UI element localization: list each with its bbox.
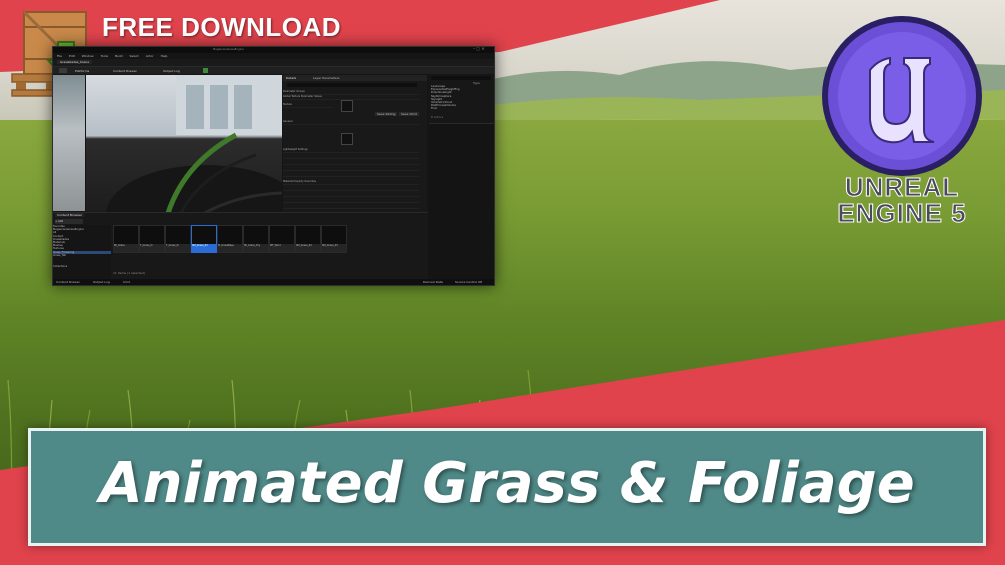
details-panel: Details Layer Parameters Parameter Group…	[283, 75, 427, 227]
details-row	[283, 171, 419, 177]
content-browser: Content Browser + Add Favorites Megascan…	[53, 212, 428, 280]
window-controls[interactable]: – ▢ ✕	[473, 47, 485, 51]
asset-thumbnail[interactable]: M_GrassBase	[217, 225, 243, 253]
asset-label: SM_Grass_01	[192, 244, 216, 252]
save-icon[interactable]	[59, 68, 67, 73]
add-button[interactable]: + Add	[55, 219, 83, 224]
asset-label: MI_Grass	[114, 244, 138, 252]
menu-select[interactable]: Select	[129, 54, 138, 58]
material-preview-viewport[interactable]	[86, 75, 306, 265]
menu-window[interactable]: Window	[82, 54, 94, 58]
side-viewport[interactable]	[53, 75, 85, 211]
outliner-panel: Type Landscape ExponentialHeightFog Dire…	[429, 75, 494, 285]
outliner-list: Landscape ExponentialHeightFog Direction…	[431, 85, 491, 111]
grass-preview-mesh	[106, 75, 306, 265]
asset-label: MF_Wind	[270, 244, 294, 252]
asset-label: MI_Grass_Dry	[244, 244, 268, 252]
asset-label: SM_Grass_02	[296, 244, 320, 252]
tab-details[interactable]: Details	[286, 76, 296, 80]
folder-item[interactable]: Grass_Tall	[53, 254, 111, 257]
tab-layer-parameters[interactable]: Layer Parameters	[313, 76, 340, 80]
free-download-label: FREE DOWNLOAD	[102, 12, 342, 42]
asset-thumbnail[interactable]: SM_Grass_02	[295, 225, 321, 253]
outliner-search-input[interactable]	[431, 76, 491, 80]
menu-edit[interactable]: Edit	[69, 54, 75, 58]
folder-tree: Favorites MegascansGrassEngine All Conte…	[53, 225, 111, 280]
toolbar-output-log[interactable]: Output Log	[163, 69, 180, 73]
details-secondary-panel	[429, 123, 494, 285]
level-tab[interactable]: Grassblades_Scene	[57, 60, 93, 64]
play-icon[interactable]	[203, 68, 208, 73]
asset-label: T_Grass_D	[140, 244, 164, 252]
asset-count: 11 items (1 selected)	[113, 271, 145, 275]
unreal-editor-window: MegascansGrassEngine – ▢ ✕ File Edit Win…	[52, 46, 495, 286]
window-title: MegascansGrassEngine	[213, 48, 244, 51]
status-bar: Content Drawer Output Log Cmd Derived Da…	[53, 279, 494, 285]
unreal-logo-icon	[822, 16, 982, 176]
level-tab-bar: Grassblades_Scene	[53, 59, 494, 67]
status-source-control[interactable]: Source Control Off	[455, 280, 482, 284]
asset-thumbnail-selected[interactable]: SM_Grass_01	[191, 225, 217, 253]
menu-tools[interactable]: Tools	[101, 54, 108, 58]
details-row	[283, 203, 419, 209]
asset-label: SM_Grass_03	[322, 244, 346, 252]
asset-thumbnail[interactable]: MF_Wind	[269, 225, 295, 253]
outliner-status: 8 actors	[431, 115, 444, 119]
details-tab-bar: Details Layer Parameters	[283, 75, 427, 81]
texture-thumbnail[interactable]	[341, 100, 353, 112]
details-section[interactable]: General	[283, 119, 419, 125]
main-toolbar: Platforms Content Drawer Output Log	[53, 67, 494, 74]
tab-content-browser[interactable]: Content Browser	[55, 213, 85, 217]
status-derived-data[interactable]: Derived Data	[423, 280, 443, 284]
engine-5-wordmark: ENGINE 5	[837, 198, 967, 229]
save-sibling-button[interactable]: Save Sibling	[375, 112, 398, 116]
material-thumbnail[interactable]	[341, 133, 353, 145]
status-output-log[interactable]: Output Log	[93, 280, 110, 284]
status-cmd[interactable]: Cmd	[123, 280, 130, 284]
asset-thumbnail[interactable]: MI_Grass	[113, 225, 139, 253]
outliner-item[interactable]: Floor	[431, 107, 491, 110]
menu-help[interactable]: Help	[161, 54, 168, 58]
asset-thumbnail[interactable]: MI_Grass_Dry	[243, 225, 269, 253]
asset-thumbnail[interactable]: SM_Grass_03	[321, 225, 347, 253]
menu-actor[interactable]: Actor	[146, 54, 154, 58]
toolbar-platforms[interactable]: Platforms	[75, 69, 89, 73]
menu-build[interactable]: Build	[115, 54, 123, 58]
asset-label: M_GrassBase	[218, 244, 242, 252]
asset-label: T_Grass_N	[166, 244, 190, 252]
details-property: Texture	[283, 102, 333, 108]
toolbar-content-drawer[interactable]: Content Drawer	[113, 69, 137, 73]
collections-header[interactable]: Collections	[53, 265, 111, 268]
asset-thumbnail[interactable]: T_Grass_N	[165, 225, 191, 253]
asset-thumbnail[interactable]: T_Grass_D	[139, 225, 165, 253]
status-content-drawer[interactable]: Content Drawer	[56, 280, 80, 284]
save-child-button[interactable]: Save Child	[399, 112, 419, 116]
details-search-input[interactable]	[287, 83, 417, 87]
video-title: Animated Grass & Foliage	[99, 451, 915, 516]
menu-file[interactable]: File	[57, 54, 62, 58]
